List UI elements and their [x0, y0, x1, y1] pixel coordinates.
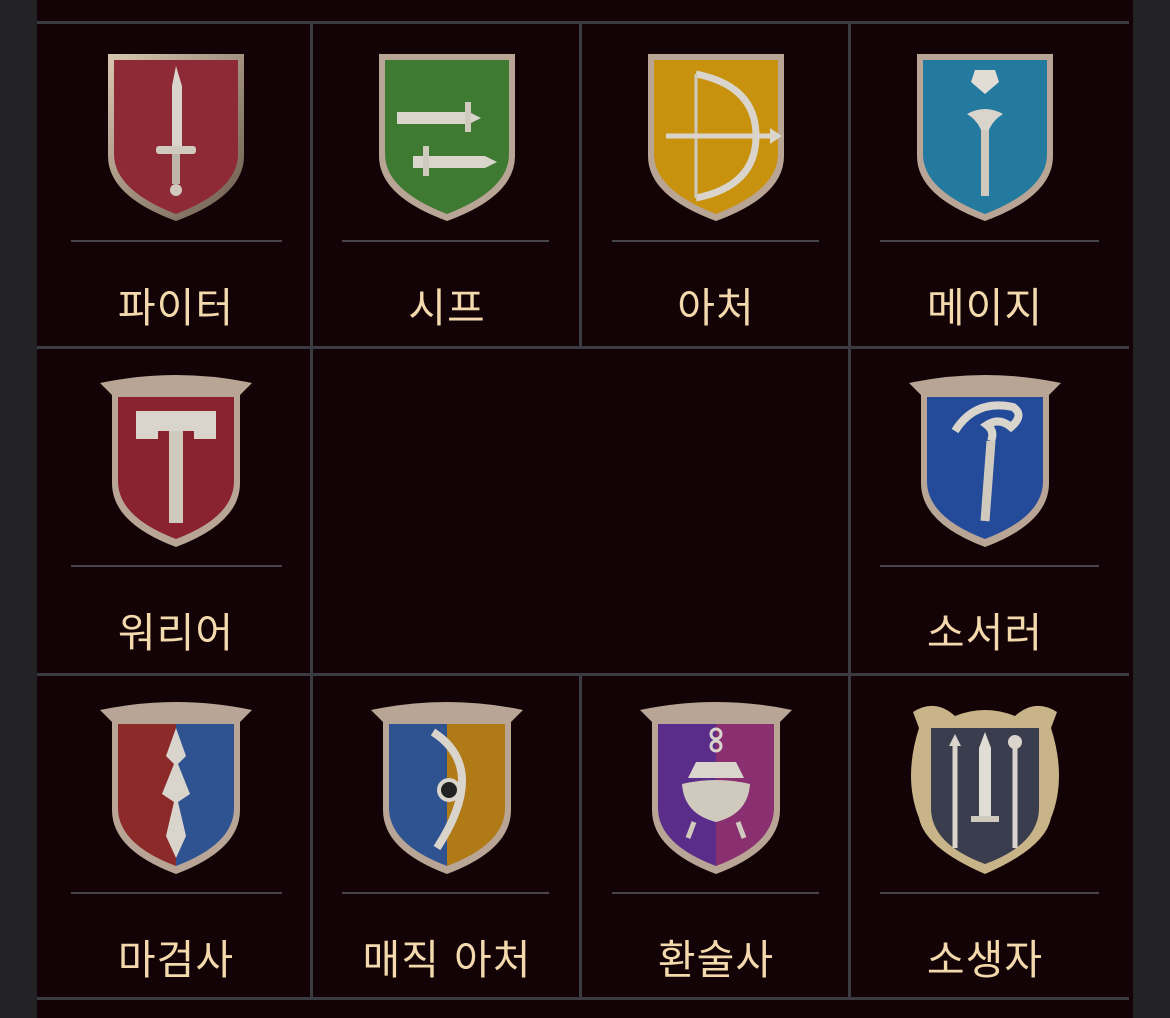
class-label: 소서러: [926, 609, 1044, 657]
class-archer[interactable]: 아처: [582, 24, 850, 348]
thief-crest-icon: [357, 46, 537, 226]
fighter-crest-icon: [86, 46, 266, 226]
cell-divider: [71, 892, 282, 894]
cell-divider: [612, 892, 819, 894]
reviver-crest-icon: [895, 698, 1075, 878]
class-magic-swordsman[interactable]: 마검사: [42, 676, 310, 1000]
class-thief[interactable]: 시프: [313, 24, 581, 348]
cell-divider: [612, 240, 819, 242]
mage-crest-icon: [895, 46, 1075, 226]
cell-divider: [342, 892, 549, 894]
cell-divider: [880, 892, 1099, 894]
sorcerer-crest-icon: [895, 371, 1075, 551]
class-label: 마검사: [117, 936, 235, 984]
class-mage[interactable]: 메이지: [851, 24, 1119, 348]
illusionist-crest-icon: [626, 698, 806, 878]
class-warrior[interactable]: 워리어: [42, 349, 310, 673]
class-fighter[interactable]: 파이터: [42, 24, 310, 348]
class-select-panel: 파이터 시프 아처 메이지 워리어 소서러 마검사 매직 아처 환술사 소생자: [37, 0, 1133, 1018]
cell-divider: [71, 565, 282, 567]
magic-swordsman-crest-icon: [86, 698, 266, 878]
cell-divider: [880, 565, 1099, 567]
class-reviver[interactable]: 소생자: [851, 676, 1119, 1000]
class-label: 메이지: [926, 284, 1044, 332]
class-label: 매직 아처: [362, 936, 532, 984]
class-magic-archer[interactable]: 매직 아처: [313, 676, 581, 1000]
cell-divider: [71, 240, 282, 242]
class-label: 아처: [677, 284, 755, 332]
archer-crest-icon: [626, 46, 806, 226]
class-label: 워리어: [117, 609, 235, 657]
class-label: 소생자: [926, 936, 1044, 984]
cell-divider: [342, 240, 549, 242]
class-label: 환술사: [657, 936, 775, 984]
class-sorcerer[interactable]: 소서러: [851, 349, 1119, 673]
magic-archer-crest-icon: [357, 698, 537, 878]
class-label: 시프: [408, 284, 486, 332]
warrior-crest-icon: [86, 371, 266, 551]
cell-divider: [880, 240, 1099, 242]
class-label: 파이터: [117, 284, 235, 332]
class-illusionist[interactable]: 환술사: [582, 676, 850, 1000]
